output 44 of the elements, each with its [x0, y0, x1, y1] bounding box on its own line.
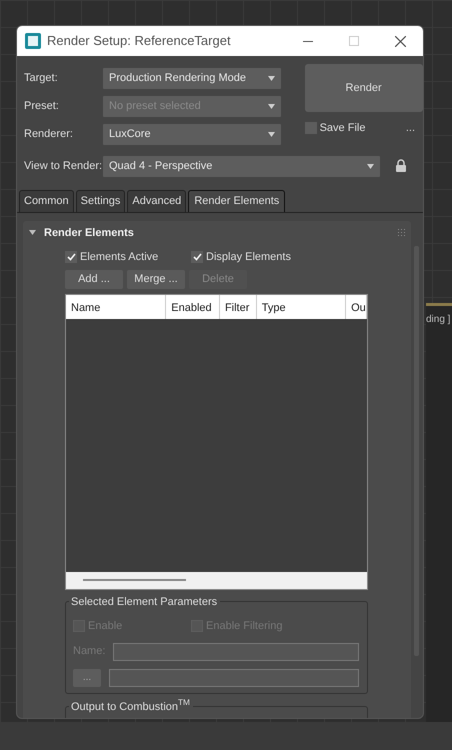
lock-icon[interactable]: [396, 159, 406, 172]
viewport-label: ding ]: [426, 313, 450, 327]
caret-icon: [268, 104, 275, 108]
window-title: Render Setup: ReferenceTarget: [47, 32, 231, 50]
field-label: Renderer:: [23, 126, 74, 142]
action-button[interactable]: Merge ...: [127, 270, 185, 288]
dropdown[interactable]: LuxCore: [103, 124, 281, 144]
scrollbar-thumb[interactable]: [83, 579, 186, 581]
column-header[interactable]: Filter: [220, 294, 257, 318]
caret-icon: [367, 164, 374, 168]
path-field[interactable]: [109, 668, 359, 686]
column-header[interactable]: Name: [66, 294, 166, 318]
app-icon: [25, 33, 41, 49]
tab[interactable]: Advanced: [127, 190, 186, 212]
render-button[interactable]: Render: [304, 64, 423, 112]
view-dropdown[interactable]: Quad 4 - Perspective: [103, 156, 380, 176]
checkbox-label: Display Elements: [206, 250, 291, 265]
field-label: Target:: [23, 70, 59, 86]
column-header[interactable]: Ou: [346, 294, 368, 318]
tab[interactable]: Settings: [76, 190, 126, 212]
tab[interactable]: Common: [19, 190, 74, 212]
caret-icon: [268, 132, 275, 136]
maximize-icon[interactable]: [349, 36, 359, 46]
column-header[interactable]: Type: [256, 294, 346, 318]
collapse-triangle-icon[interactable]: [29, 230, 36, 236]
checkbox[interactable]: [65, 251, 77, 264]
save-file-checkbox[interactable]: [304, 122, 317, 134]
minimize-icon[interactable]: [303, 40, 313, 42]
close-icon[interactable]: [394, 36, 406, 46]
checkbox-label: Elements Active: [80, 250, 158, 265]
save-file-label: Save File: [320, 121, 366, 136]
tab[interactable]: Render Elements: [188, 190, 286, 212]
more-options-button[interactable]: ...: [406, 120, 415, 136]
group-title: Output to Combustion$^{TM}$: [69, 698, 193, 715]
horizontal-scrollbar[interactable]: [66, 572, 367, 588]
action-button[interactable]: Add ...: [65, 270, 123, 288]
column-header[interactable]: Enabled: [166, 294, 220, 318]
name-field[interactable]: [113, 642, 359, 660]
caret-icon: [268, 76, 275, 80]
checkbox[interactable]: [191, 251, 203, 264]
field-label: View to Render:: [23, 158, 103, 174]
dropdown[interactable]: Production Rendering Mode: [103, 68, 281, 88]
rollout-title[interactable]: Render Elements: [44, 224, 134, 241]
field-label: Preset:: [23, 98, 60, 114]
